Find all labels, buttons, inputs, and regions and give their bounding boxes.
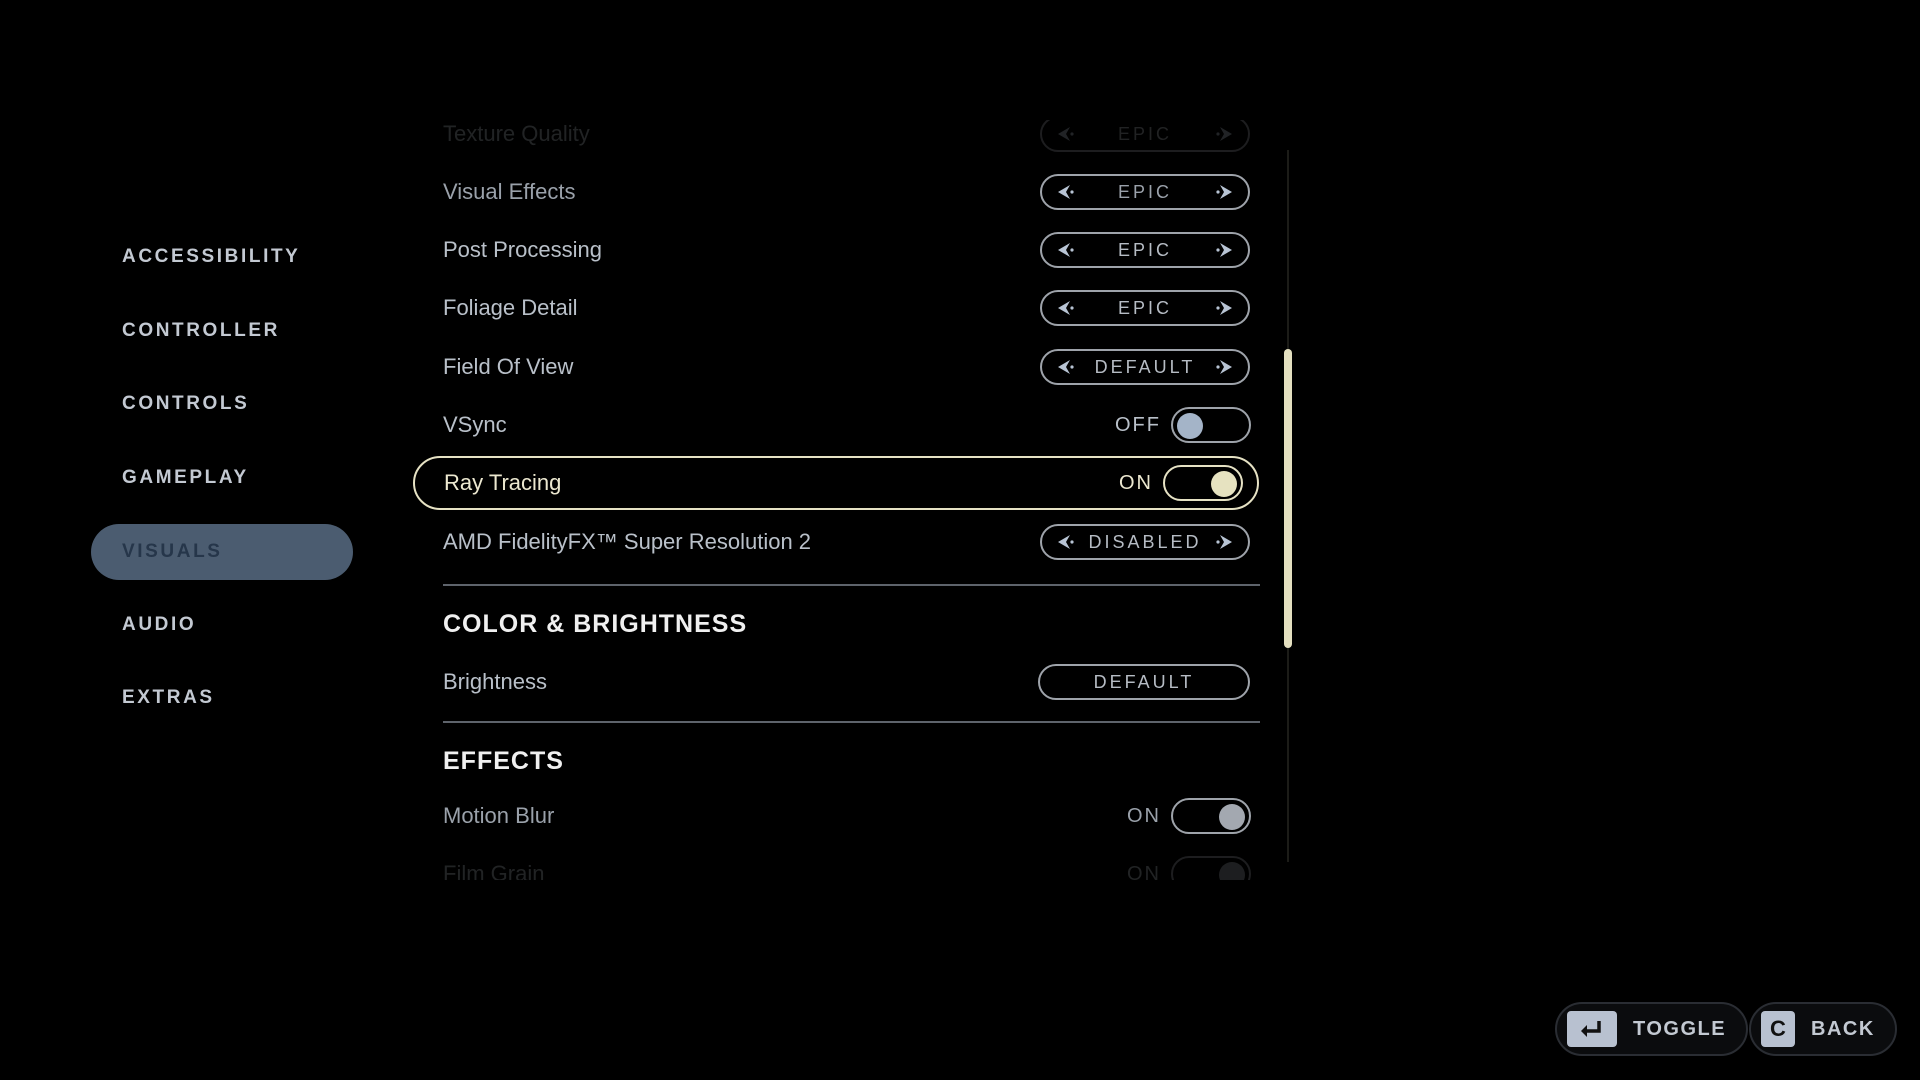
sidebar-item-controls[interactable]: CONTROLS xyxy=(91,376,353,432)
sidebar-item-label: CONTROLS xyxy=(122,393,250,414)
selector-value: DISABLED xyxy=(1088,531,1202,552)
toggle-knob xyxy=(1219,804,1245,830)
sidebar-item-label: GAMEPLAY xyxy=(122,467,249,488)
sidebar-item-label: CONTROLLER xyxy=(122,320,280,341)
toggle-state: ON xyxy=(1127,862,1161,881)
enter-key-icon xyxy=(1567,1011,1617,1047)
setting-row-motion-blur[interactable]: Motion Blur ON xyxy=(412,790,1267,842)
motion-blur-toggle-group: ON xyxy=(1127,798,1251,834)
setting-row-fsr2[interactable]: AMD FidelityFX™ Super Resolution 2 DISAB… xyxy=(412,516,1267,568)
arrow-left-icon[interactable] xyxy=(1056,298,1076,318)
setting-label: Post Processing xyxy=(443,237,602,262)
arrow-left-icon[interactable] xyxy=(1056,532,1076,552)
section-divider xyxy=(443,721,1260,723)
setting-row-foliage-detail[interactable]: Foliage Detail EPIC xyxy=(412,282,1267,334)
section-title-color-brightness: COLOR & BRIGHTNESS xyxy=(443,610,748,638)
back-button[interactable]: C BACK xyxy=(1749,1002,1897,1056)
selector-value: EPIC xyxy=(1117,123,1172,144)
toggle-knob xyxy=(1177,413,1203,439)
sidebar-item-label: AUDIO xyxy=(122,614,197,635)
settings-scrollbar[interactable] xyxy=(1284,150,1292,862)
selector-value: DEFAULT xyxy=(1094,356,1196,377)
setting-label: Brightness xyxy=(443,669,547,694)
setting-label: Visual Effects xyxy=(443,179,576,204)
c-key-icon: C xyxy=(1761,1011,1795,1047)
toggle-label: TOGGLE xyxy=(1633,1017,1727,1040)
arrow-right-icon[interactable] xyxy=(1214,182,1234,202)
toggle-state: ON xyxy=(1127,804,1161,827)
selector-value: EPIC xyxy=(1117,181,1172,202)
selector-value: EPIC xyxy=(1117,297,1172,318)
setting-row-film-grain[interactable]: Film Grain ON xyxy=(412,848,1267,880)
vsync-toggle-group: OFF xyxy=(1115,407,1251,443)
section-title-effects: EFFECTS xyxy=(443,747,564,775)
settings-sidebar: ACCESSIBILITY CONTROLLER CONTROLS GAMEPL… xyxy=(0,0,380,1080)
film-grain-toggle[interactable] xyxy=(1171,856,1251,880)
setting-row-brightness[interactable]: Brightness DEFAULT xyxy=(412,656,1267,708)
toggle-knob xyxy=(1211,471,1237,497)
sidebar-item-extras[interactable]: EXTRAS xyxy=(91,670,353,726)
setting-label: VSync xyxy=(443,412,507,437)
setting-row-ray-tracing[interactable]: Ray Tracing ON xyxy=(413,456,1259,510)
toggle-state: OFF xyxy=(1115,413,1161,436)
arrow-left-icon[interactable] xyxy=(1056,357,1076,377)
setting-label: Foliage Detail xyxy=(443,295,578,320)
sidebar-item-audio[interactable]: AUDIO xyxy=(91,597,353,653)
visual-effects-selector[interactable]: EPIC xyxy=(1040,174,1250,210)
arrow-right-icon[interactable] xyxy=(1214,532,1234,552)
setting-label: Texture Quality xyxy=(443,121,590,146)
setting-row-texture-quality[interactable]: Texture Quality EPIC xyxy=(412,120,1267,160)
foliage-detail-selector[interactable]: EPIC xyxy=(1040,290,1250,326)
setting-row-field-of-view[interactable]: Field Of View DEFAULT xyxy=(412,341,1267,393)
texture-quality-selector[interactable]: EPIC xyxy=(1040,120,1250,152)
setting-label: Ray Tracing xyxy=(444,470,562,495)
vsync-toggle[interactable] xyxy=(1171,407,1251,443)
arrow-right-icon[interactable] xyxy=(1214,298,1234,318)
sidebar-item-label: VISUALS xyxy=(122,541,223,562)
ray-tracing-toggle[interactable] xyxy=(1163,465,1243,501)
sidebar-item-label: ACCESSIBILITY xyxy=(122,246,301,267)
setting-row-post-processing[interactable]: Post Processing EPIC xyxy=(412,224,1267,276)
arrow-right-icon[interactable] xyxy=(1214,357,1234,377)
visual-settings-panel: Texture Quality EPIC Visual Effects EPIC… xyxy=(412,120,1267,880)
selector-value: EPIC xyxy=(1117,239,1172,260)
section-divider xyxy=(443,584,1260,586)
toggle-state: ON xyxy=(1119,471,1153,494)
arrow-left-icon[interactable] xyxy=(1056,240,1076,260)
toggle-button[interactable]: TOGGLE xyxy=(1555,1002,1749,1056)
fsr2-selector[interactable]: DISABLED xyxy=(1040,524,1250,560)
arrow-right-icon[interactable] xyxy=(1214,124,1234,144)
ray-tracing-toggle-group: ON xyxy=(1119,465,1243,501)
arrow-left-icon[interactable] xyxy=(1056,124,1076,144)
sidebar-item-controller[interactable]: CONTROLLER xyxy=(91,303,353,359)
sidebar-item-accessibility[interactable]: ACCESSIBILITY xyxy=(91,229,353,285)
sidebar-item-label: EXTRAS xyxy=(122,687,215,708)
setting-label: Motion Blur xyxy=(443,803,555,828)
field-of-view-selector[interactable]: DEFAULT xyxy=(1040,349,1250,385)
toggle-knob xyxy=(1219,862,1245,880)
post-processing-selector[interactable]: EPIC xyxy=(1040,232,1250,268)
setting-label: Film Grain xyxy=(443,861,545,880)
arrow-right-icon[interactable] xyxy=(1214,240,1234,260)
scroll-thumb[interactable] xyxy=(1284,349,1292,649)
back-label: BACK xyxy=(1811,1017,1875,1040)
sidebar-item-gameplay[interactable]: GAMEPLAY xyxy=(91,450,353,506)
setting-label: AMD FidelityFX™ Super Resolution 2 xyxy=(443,529,812,554)
setting-label: Field Of View xyxy=(443,354,574,379)
sidebar-item-visuals[interactable]: VISUALS xyxy=(91,524,353,580)
setting-row-visual-effects[interactable]: Visual Effects EPIC xyxy=(412,166,1267,218)
brightness-button[interactable]: DEFAULT xyxy=(1038,664,1250,700)
motion-blur-toggle[interactable] xyxy=(1171,798,1251,834)
arrow-left-icon[interactable] xyxy=(1056,182,1076,202)
setting-row-vsync[interactable]: VSync OFF xyxy=(412,399,1267,451)
film-grain-toggle-group: ON xyxy=(1127,856,1251,880)
